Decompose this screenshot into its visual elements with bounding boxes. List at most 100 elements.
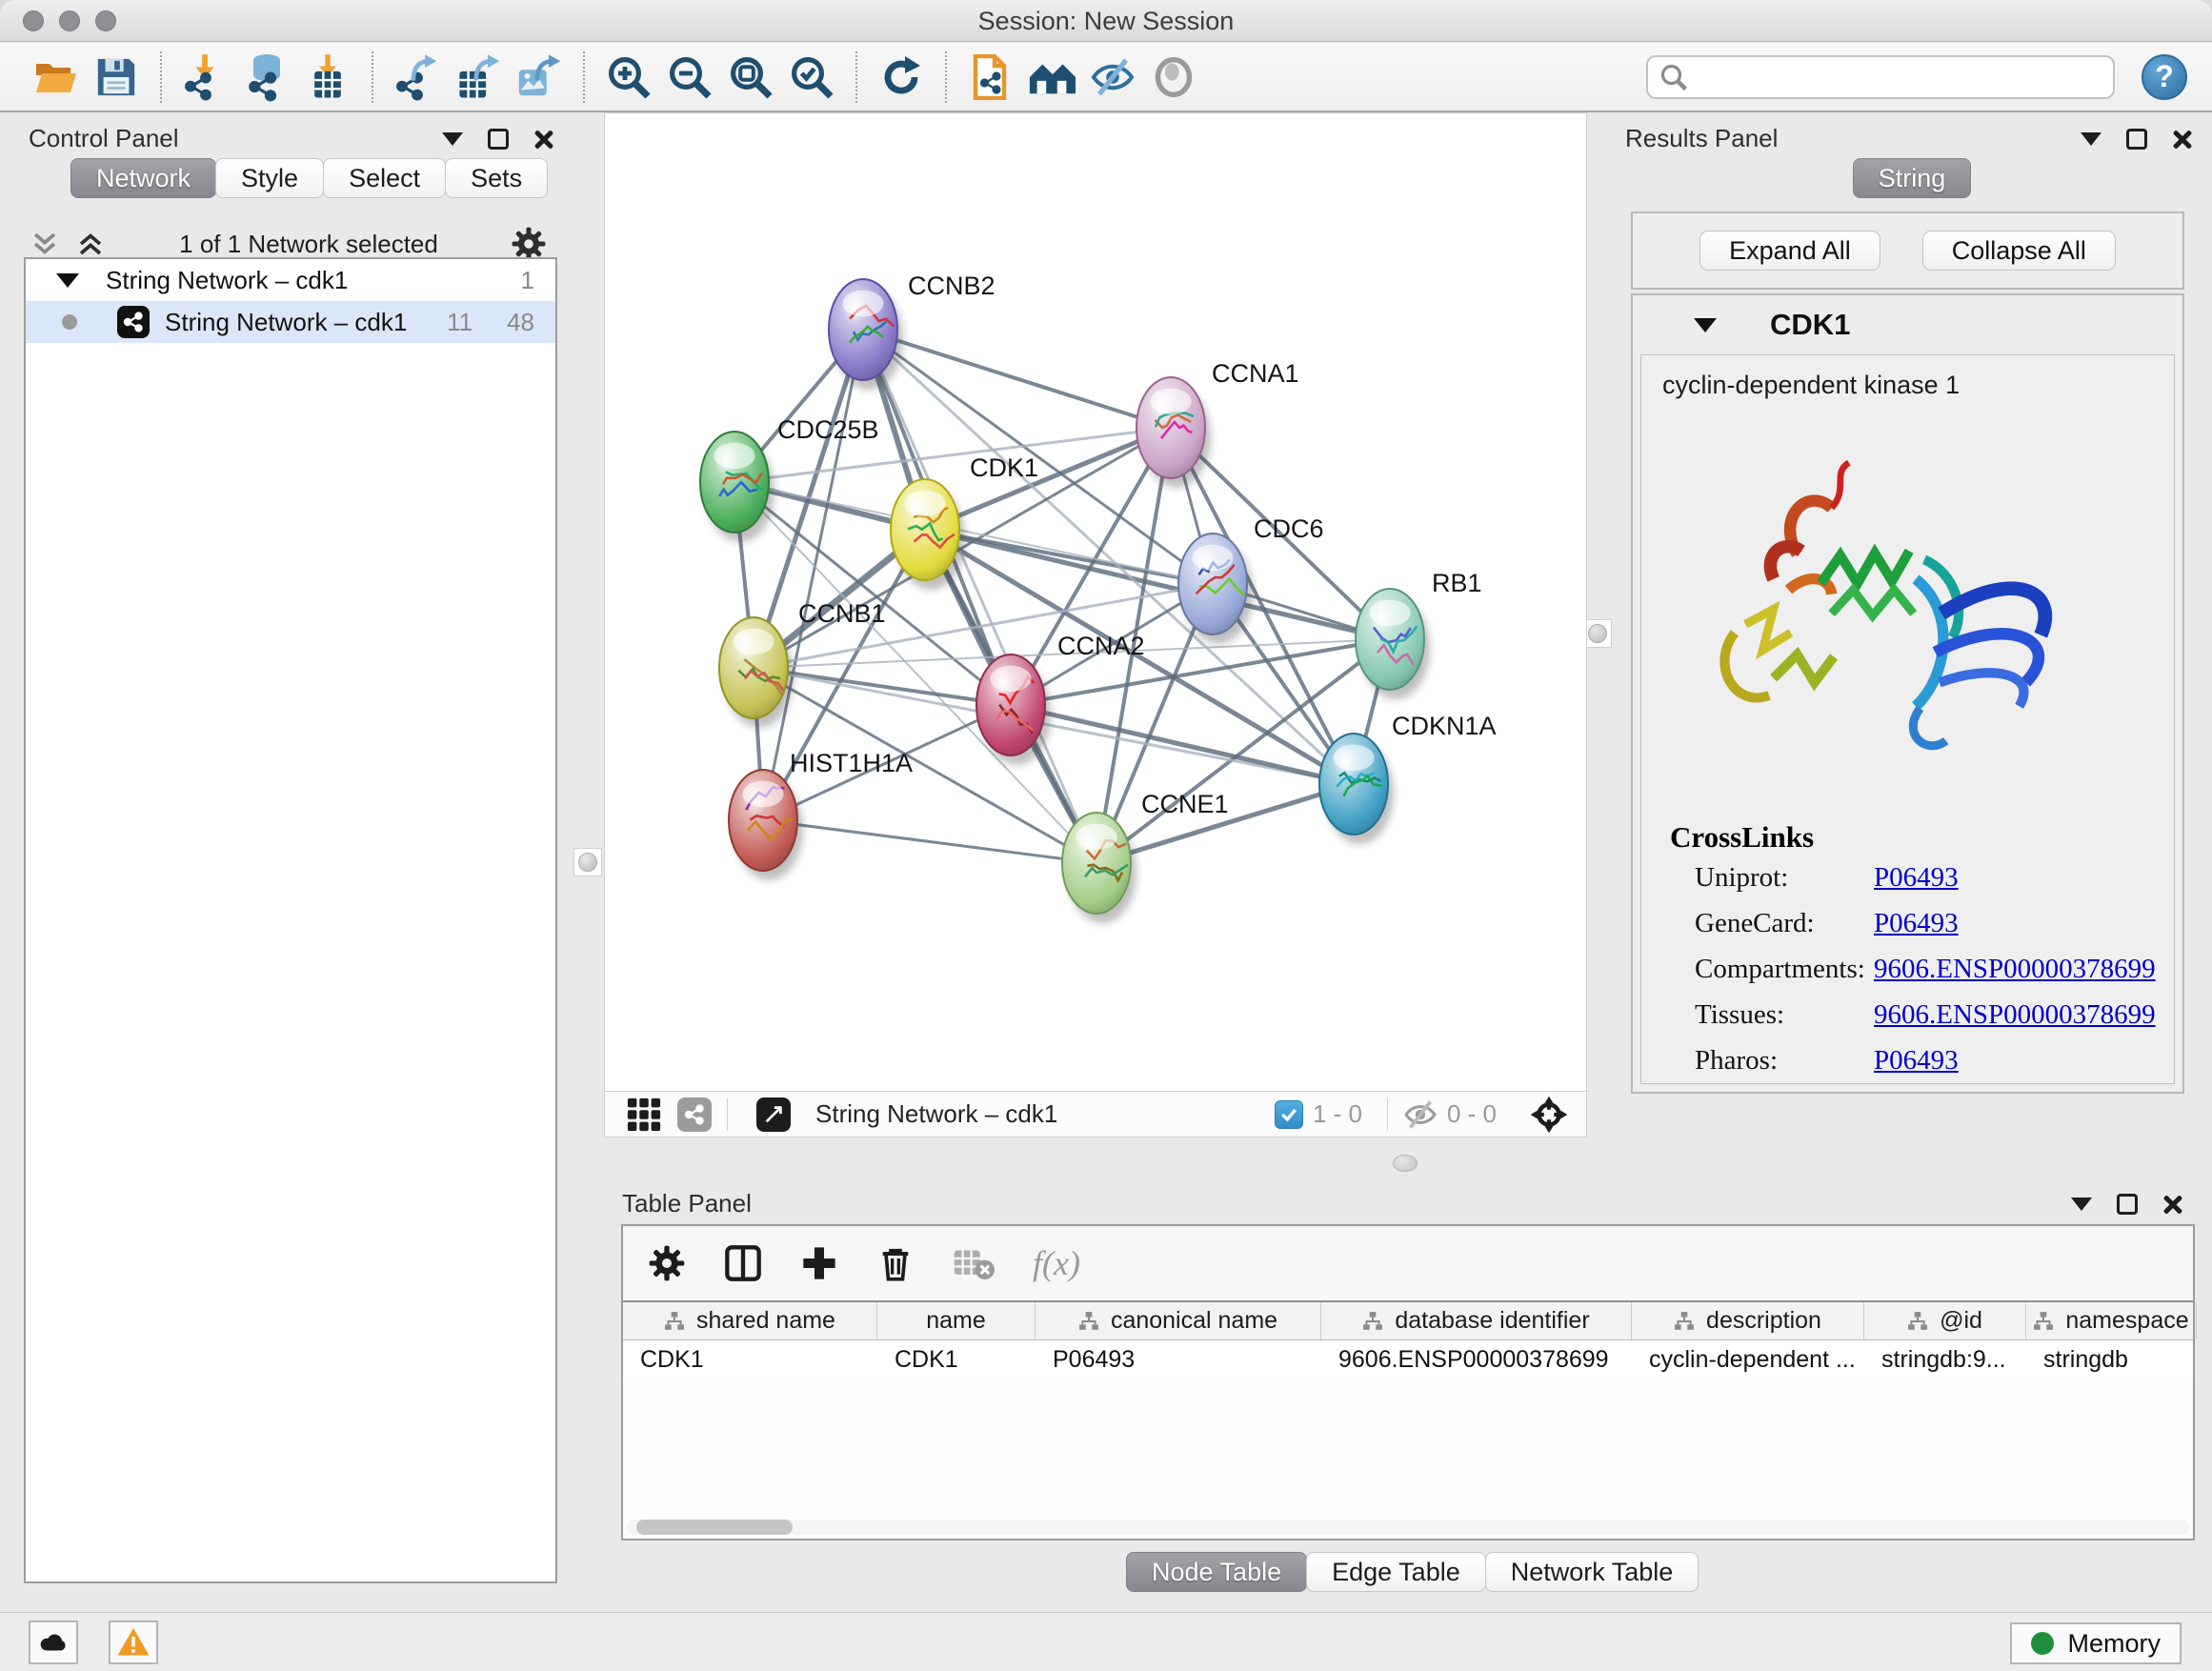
column-header-@id[interactable]: @id (1864, 1302, 2026, 1339)
panel-menu-icon[interactable] (2071, 1198, 2092, 1211)
network-node-CCNB2[interactable] (829, 279, 903, 390)
clone-network-button[interactable] (966, 51, 1016, 103)
zoom-out-button[interactable] (665, 51, 714, 103)
tab-string[interactable]: String (1853, 158, 1972, 198)
network-node-CCNE1[interactable] (1062, 813, 1136, 923)
crosslink-link[interactable]: 9606.ENSP00000378699 (1874, 999, 2156, 1031)
network-node-CDC6[interactable] (1178, 534, 1253, 644)
birds-eye-view-icon[interactable] (626, 1097, 662, 1133)
hide-unhide-button[interactable] (1088, 51, 1137, 103)
expand-all-icon[interactable] (74, 228, 107, 260)
right-splitter-handle[interactable] (1583, 619, 1612, 648)
show-columns-icon[interactable] (724, 1244, 762, 1282)
open-in-window-icon[interactable] (756, 1097, 791, 1132)
left-splitter-handle[interactable] (573, 848, 602, 876)
tab-edge-table[interactable]: Edge Table (1306, 1552, 1486, 1592)
tab-style[interactable]: Style (215, 158, 324, 198)
function-builder-icon[interactable]: f(x) (1033, 1243, 1080, 1283)
tab-node-table[interactable]: Node Table (1126, 1552, 1307, 1592)
network-node-CCNB1[interactable] (719, 617, 794, 728)
network-graph[interactable]: CCNB2CCNA1CDC25BCDK1CDC6RB1CCNB1CCNA2CDK… (605, 113, 1586, 1091)
network-node-CDKN1A[interactable] (1319, 734, 1394, 844)
tab-network-table[interactable]: Network Table (1485, 1552, 1699, 1592)
export-image-button[interactable] (514, 51, 564, 103)
column-header-database-identifier[interactable]: database identifier (1321, 1302, 1632, 1339)
network-collection-row[interactable]: String Network – cdk1 1 (26, 259, 555, 301)
search-input[interactable] (1698, 62, 2101, 91)
toolbar-search[interactable] (1646, 55, 2115, 99)
warnings-button[interactable] (109, 1621, 158, 1664)
zoom-in-button[interactable] (604, 51, 654, 103)
column-header-namespace[interactable]: namespace (2026, 1302, 2197, 1339)
network-edge-CCNB2-CCNA1[interactable] (863, 330, 1171, 428)
column-header-canonical-name[interactable]: canonical name (1036, 1302, 1321, 1339)
hidden-eye-slash-icon[interactable] (1403, 1097, 1438, 1132)
panel-close-icon[interactable] (533, 129, 554, 150)
crosslink-link[interactable]: P06493 (1874, 908, 1959, 939)
network-edge-HIST1H1A-CCNE1[interactable] (763, 820, 1096, 863)
table-cell[interactable]: 9606.ENSP00000378699 (1321, 1340, 1632, 1379)
delete-table-icon[interactable] (953, 1242, 995, 1284)
collapse-all-button[interactable]: Collapse All (1922, 231, 2116, 271)
tab-sets[interactable]: Sets (445, 158, 548, 198)
table-cell[interactable]: P06493 (1036, 1340, 1321, 1379)
column-header-shared-name[interactable]: shared name (623, 1302, 877, 1339)
panel-close-icon[interactable] (2172, 129, 2193, 150)
crosslink-link[interactable]: P06493 (1874, 1045, 1959, 1077)
help-button[interactable]: ? (2142, 54, 2187, 100)
memory-button[interactable]: Memory (2010, 1622, 2182, 1664)
horizontal-splitter-handle[interactable] (1393, 1155, 1418, 1172)
panel-float-icon[interactable] (2126, 129, 2147, 150)
tab-network[interactable]: Network (70, 158, 216, 198)
table-options-gear-icon[interactable] (648, 1244, 686, 1282)
tab-select[interactable]: Select (323, 158, 446, 198)
export-table-button[interactable] (453, 51, 503, 103)
open-session-button[interactable] (30, 51, 80, 103)
import-table-file-button[interactable] (303, 51, 352, 103)
refresh-button[interactable] (876, 51, 926, 103)
expand-all-button[interactable]: Expand All (1699, 231, 1880, 271)
collapse-all-icon[interactable] (29, 228, 61, 260)
selected-checkbox[interactable] (1275, 1100, 1303, 1129)
add-column-icon[interactable] (800, 1244, 838, 1282)
table-cell[interactable]: cyclin-dependent ... (1632, 1340, 1864, 1379)
table-horizontal-scrollbar[interactable] (627, 1520, 2189, 1535)
show-button[interactable] (1149, 51, 1198, 103)
import-network-file-button[interactable] (181, 51, 231, 103)
protein-section-header[interactable]: CDK1 (1633, 295, 2182, 354)
delete-column-icon[interactable] (876, 1244, 915, 1282)
network-edge-CCNB2-CCNE1[interactable] (863, 330, 1096, 863)
export-network-button[interactable] (392, 51, 442, 103)
panel-close-icon[interactable] (2162, 1194, 2183, 1215)
network-node-HIST1H1A[interactable] (729, 770, 803, 880)
table-cell[interactable]: stringdb:9... (1864, 1340, 2026, 1379)
collection-expander-icon[interactable] (56, 273, 79, 288)
zoom-fit-button[interactable] (726, 51, 775, 103)
network-view[interactable]: CCNB2CCNA1CDC25BCDK1CDC6RB1CCNB1CCNA2CDK… (604, 112, 1587, 1137)
open-folder-icon (32, 54, 78, 100)
network-edge-CCNA2-CDKN1A[interactable] (1011, 705, 1354, 784)
string-app-icon[interactable] (677, 1097, 712, 1132)
home-view-button[interactable] (1027, 51, 1076, 103)
panel-menu-icon[interactable] (442, 132, 463, 146)
network-row[interactable]: String Network – cdk1 11 48 (26, 301, 555, 343)
save-session-button[interactable] (91, 51, 141, 103)
panel-float-icon[interactable] (488, 129, 509, 150)
column-header-description[interactable]: description (1632, 1302, 1864, 1339)
panel-menu-icon[interactable] (2081, 132, 2101, 146)
table-cell[interactable]: stringdb (2026, 1340, 2197, 1379)
crosslink-link[interactable]: P06493 (1874, 862, 1959, 894)
network-node-RB1[interactable] (1356, 589, 1430, 699)
table-cell[interactable]: CDK1 (877, 1340, 1036, 1379)
table-cell[interactable]: CDK1 (623, 1340, 877, 1379)
scrollbar-thumb[interactable] (636, 1520, 793, 1535)
import-network-database-button[interactable] (242, 51, 292, 103)
table-row[interactable]: CDK1CDK1P064939606.ENSP00000378699cyclin… (623, 1340, 2193, 1379)
panel-float-icon[interactable] (2117, 1194, 2138, 1215)
pan-crosshair-icon[interactable] (1529, 1095, 1569, 1135)
zoom-selected-button[interactable] (787, 51, 836, 103)
crosslink-link[interactable]: 9606.ENSP00000378699 (1874, 954, 2156, 985)
cloud-status-button[interactable] (29, 1621, 78, 1664)
column-header-name[interactable]: name (877, 1302, 1036, 1339)
section-expander-icon[interactable] (1694, 318, 1717, 332)
